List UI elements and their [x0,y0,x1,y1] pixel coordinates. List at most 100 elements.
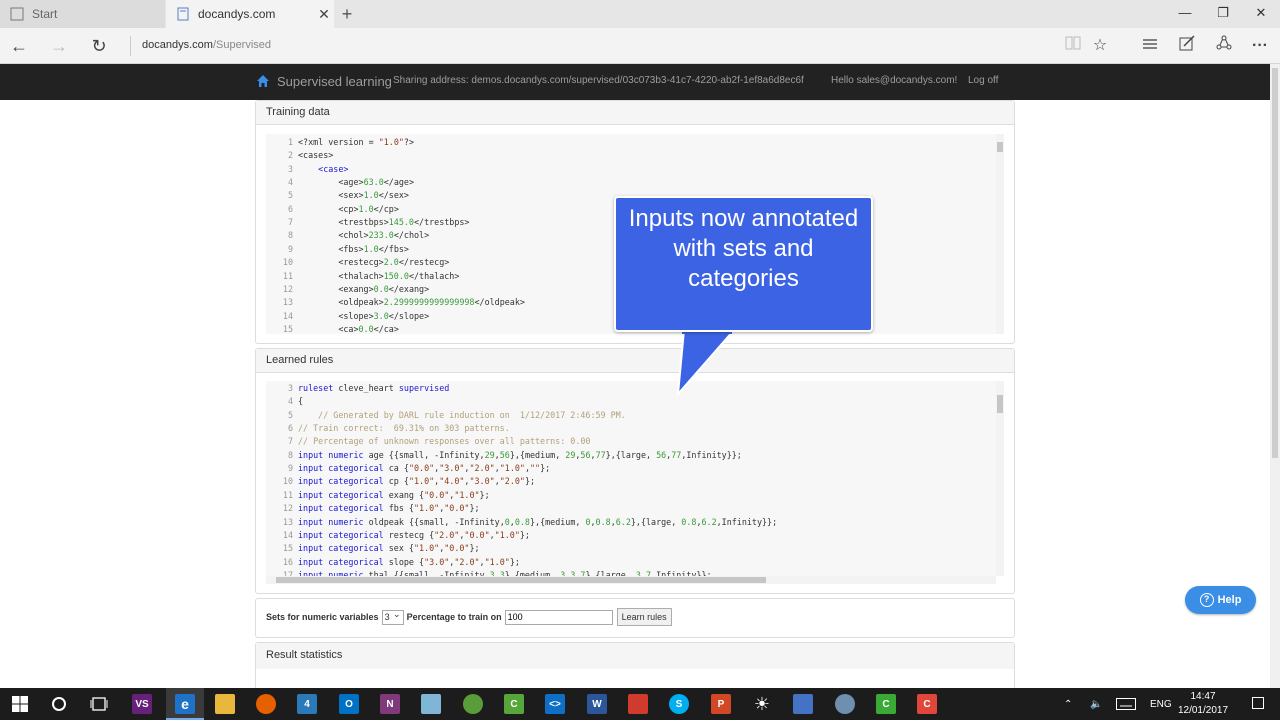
share-icon[interactable] [1213,35,1235,57]
code-token: </chol> [393,230,430,241]
hub-icon[interactable] [1139,35,1161,57]
learn-rules-button[interactable]: Learn rules [616,608,672,626]
system-clock[interactable]: 14:47 12/01/2017 [1176,690,1230,718]
code-token: </trestbps> [413,217,470,228]
code-token: ?> [403,137,414,147]
code-token: 2.0 [383,257,399,268]
word-icon[interactable]: W [584,691,610,717]
callout-pointer [676,330,736,396]
language-indicator[interactable]: ENG [1150,688,1172,720]
show-hidden-icons[interactable]: ⌃ [1064,688,1072,720]
page-icon [10,7,24,21]
code-line: 15 <ca>0.0</ca> [266,323,399,334]
web-note-icon[interactable] [1176,35,1198,57]
close-tab-icon[interactable]: ✕ [314,6,334,23]
code-token: <?xml version = [298,137,379,147]
code-token: }; [469,543,480,554]
code-token: 56 [656,449,667,460]
code-token: "2.0" [434,529,460,540]
learned-rules-editor[interactable]: 3 ruleset cleve_heart supervised 4{5 // Ge… [266,381,996,576]
code-token: },{medium, [529,516,586,527]
code-token: }; [540,463,551,474]
notepad-icon[interactable] [418,691,444,717]
code-token: }; [519,529,530,540]
address-field[interactable]: docandys.com/Supervised [142,39,271,51]
training-editor-scrollbar[interactable] [996,134,1004,334]
new-tab-button[interactable]: + [337,4,357,24]
forward-arrow-icon[interactable]: → [46,34,72,58]
app-icon[interactable] [790,691,816,717]
annotation-callout: Inputs now annotated with sets and categ… [614,196,873,332]
outlook-icon[interactable]: O [336,691,362,717]
close-window-button[interactable]: ✕ [1242,0,1280,28]
site-brand[interactable]: Supervised learning [277,74,392,89]
rules-editor-scrollbar[interactable] [996,381,1004,576]
refresh-icon[interactable]: ↻ [86,34,112,58]
reading-view-icon[interactable] [1062,35,1084,57]
percentage-input[interactable] [504,609,613,625]
address-path: /Supervised [212,39,272,51]
home-icon[interactable] [256,74,270,88]
result-statistics-panel: Result statistics [255,642,1015,688]
clock-time: 14:47 [1190,691,1216,702]
help-label: Help [1217,594,1242,606]
cortana-search-icon[interactable] [46,691,72,717]
code-token: 0.0 [373,283,389,294]
visual-studio-icon[interactable]: VS [129,691,155,717]
app-icon[interactable]: ☀ [749,691,775,717]
code-token: ,Infinity}}; [681,449,742,460]
code-token: <trestbps> [298,217,389,228]
line-number: 14 [282,310,293,321]
more-menu-icon[interactable]: ··· [1249,35,1271,57]
help-button[interactable]: ? Help [1185,586,1256,614]
firefox-icon[interactable] [253,691,279,717]
keyboard-icon[interactable] [1116,688,1136,720]
app-icon[interactable] [625,691,651,717]
app-icon[interactable]: C [873,691,899,717]
user-greeting[interactable]: Hello sales@docandys.com! [831,75,957,86]
windows-start-icon[interactable] [7,691,33,717]
tab-start[interactable]: Start [0,0,165,28]
code-token: 1.0 [363,243,379,254]
app-icon[interactable]: 4 [294,691,320,717]
sets-select[interactable]: 3 [381,608,404,625]
line-number: 17 [282,569,293,576]
code-token: "0.0" [424,489,450,500]
app-icon[interactable]: C [501,691,527,717]
code-token: 77 [671,449,682,460]
remote-desktop-icon[interactable]: <> [542,691,568,717]
code-line: 13 input numeric oldpeak {{small, -Infini… [266,516,777,529]
edge-browser-icon[interactable]: e [172,691,198,717]
code-token: "0.0" [408,463,435,474]
code-line: 14 input categorical restecg {"2.0","0.0"… [266,529,530,542]
powerpoint-icon[interactable]: P [708,691,734,717]
back-arrow-icon[interactable]: ← [6,34,32,58]
code-token: { [298,396,304,407]
code-token: </oldpeak> [474,297,525,308]
code-line: 4{ [266,395,303,408]
app-icon[interactable] [460,691,486,717]
app-icon[interactable]: C [914,691,940,717]
address-divider [130,36,131,56]
volume-icon[interactable]: 🔈 [1090,688,1102,720]
code-token: <age> [298,177,364,188]
app-icon[interactable] [832,691,858,717]
code-token: 150.0 [383,270,409,281]
code-token: fbs { [383,503,414,514]
favorite-star-icon[interactable]: ☆ [1089,35,1111,57]
tab-label: Start [32,7,58,21]
page-scrollbar[interactable] [1270,64,1280,688]
onenote-icon[interactable]: N [377,691,403,717]
code-token: exang { [383,489,425,500]
rules-horizontal-scrollbar[interactable] [266,576,996,584]
code-token: input categorical [298,476,384,487]
file-explorer-icon[interactable] [212,691,238,717]
minimize-button[interactable]: — [1166,0,1204,28]
notifications-icon[interactable] [1252,688,1264,720]
task-view-icon[interactable] [86,691,112,717]
log-off-link[interactable]: Log off [968,75,998,86]
maximize-button[interactable]: ❐ [1204,0,1242,28]
skype-icon[interactable]: S [666,691,692,717]
code-token: "1.0" [413,543,440,554]
tab-docandys[interactable]: docandys.com ✕ [166,0,334,28]
